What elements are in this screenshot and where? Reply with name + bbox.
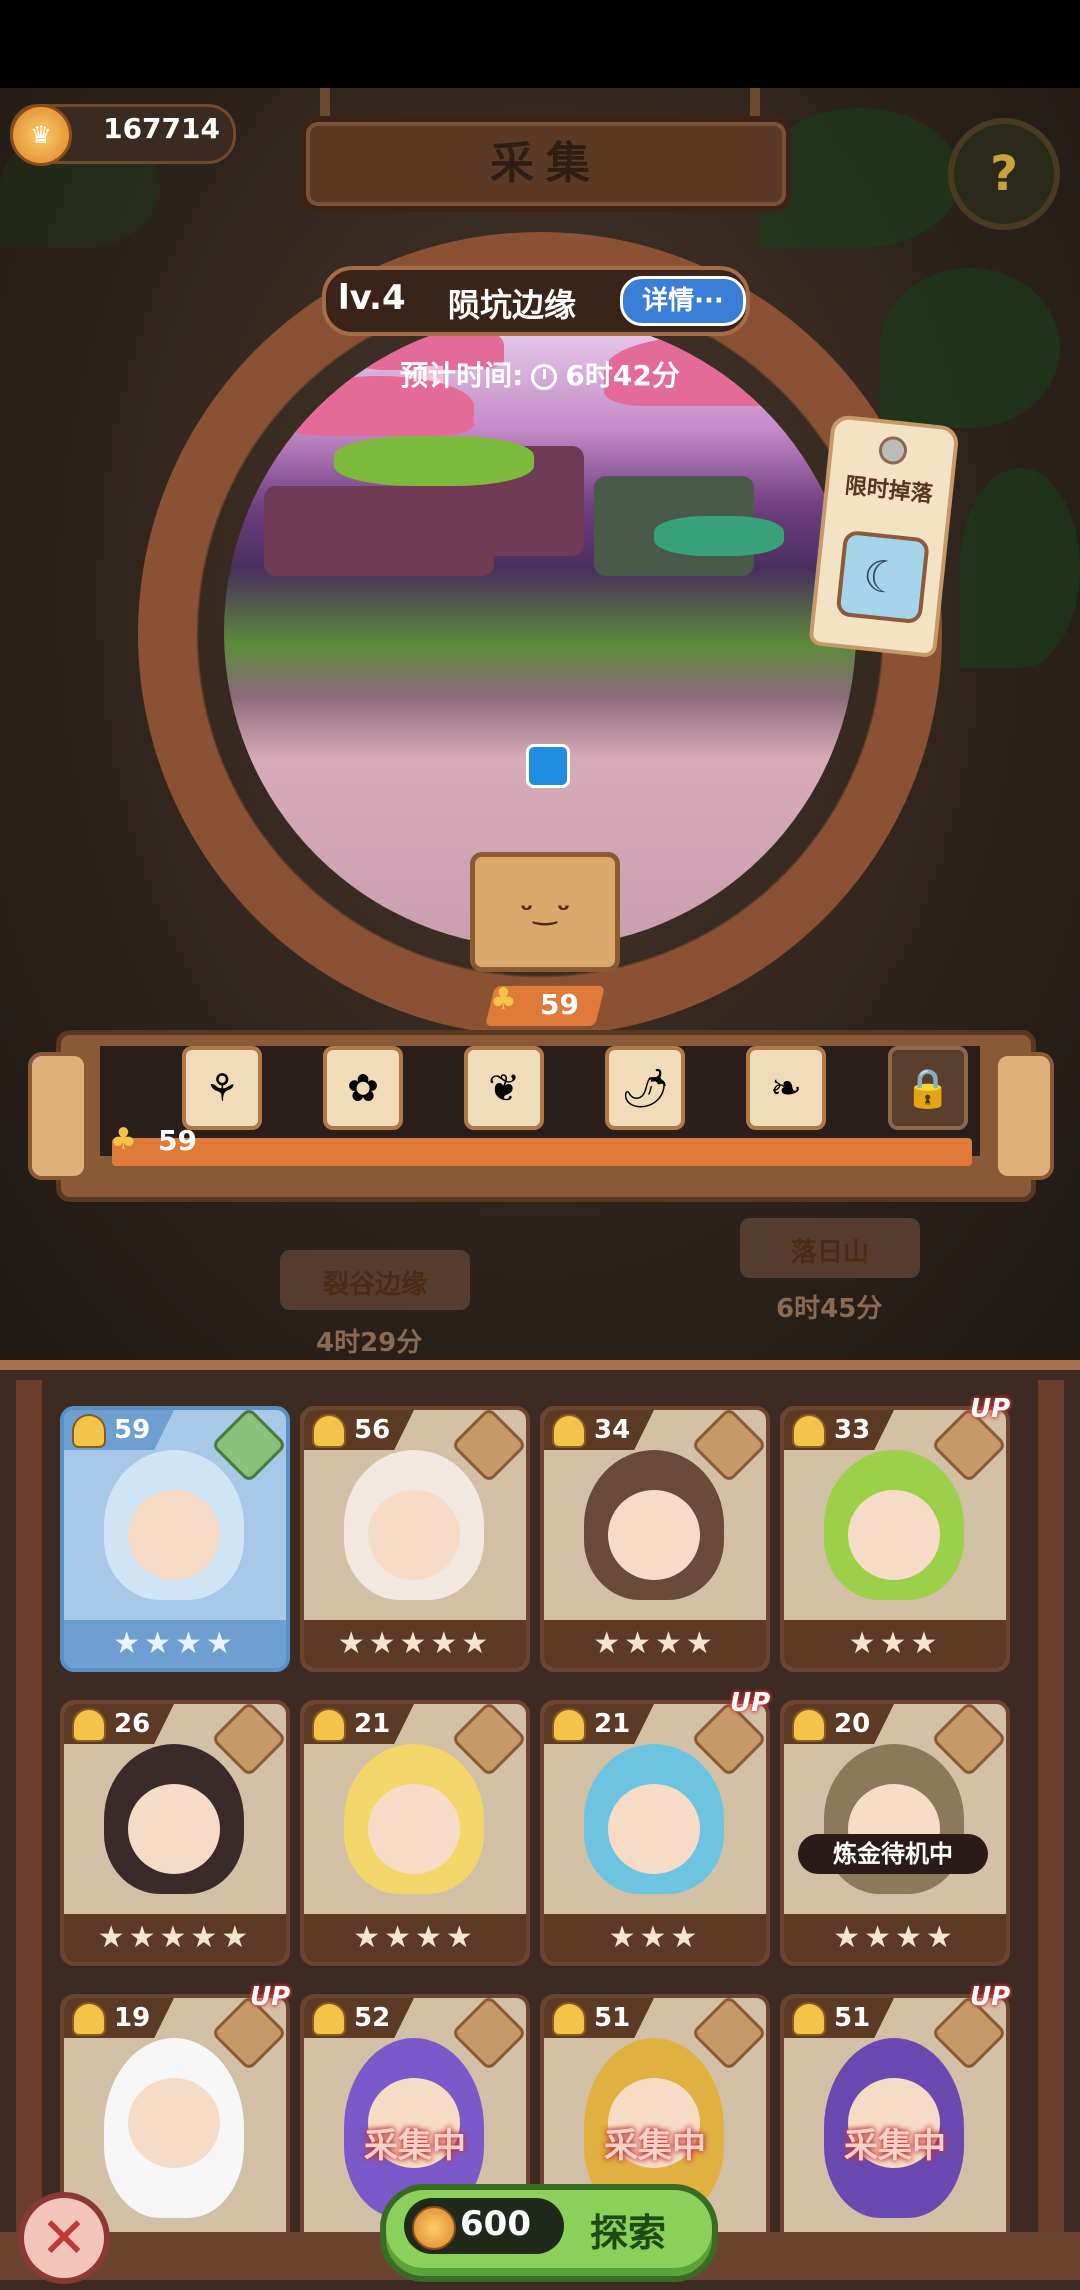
skill-icon[interactable] xyxy=(526,744,570,788)
detail-button[interactable]: 详情··· xyxy=(620,276,746,326)
pink-coral-icon[interactable]: ❦ xyxy=(464,1046,544,1130)
crown-coin-icon: ♛ xyxy=(10,104,72,166)
character-card[interactable]: 21 ★★★★ xyxy=(300,1700,530,1966)
mine-value: 59 xyxy=(540,988,579,1021)
yellow-flower-icon[interactable]: ✿ xyxy=(323,1046,403,1130)
purple-fern-icon[interactable]: ❧ xyxy=(746,1046,826,1130)
up-badge: UP xyxy=(730,1688,771,1718)
gathering-status: 采集中 xyxy=(604,2126,706,2166)
area-time: 6时45分 xyxy=(776,1294,883,1324)
character-face xyxy=(848,1490,940,1580)
mushroom-level-icon xyxy=(72,2002,106,2036)
estimate-label: 预计时间: xyxy=(400,359,524,392)
character-card[interactable]: 59 ★★★★ xyxy=(60,1406,290,1672)
progress-bar xyxy=(112,1138,972,1166)
character-card[interactable]: 21 ★★★ xyxy=(540,1700,770,1966)
mushroom-level-icon: ♣ xyxy=(110,1122,137,1157)
gathering-status: 采集中 xyxy=(364,2126,466,2166)
tag-hole xyxy=(877,435,909,466)
alchemy-waiting-status: 炼金待机中 xyxy=(798,1834,988,1874)
character-card[interactable]: 33 ★★★ xyxy=(780,1406,1010,1672)
star-rating: ★★★★ xyxy=(784,1914,1006,1962)
area-time: 4时29分 xyxy=(316,1328,423,1358)
page-title: 采集 xyxy=(490,138,602,189)
status-bar xyxy=(0,0,1080,88)
close-x-icon[interactable]: ✕ xyxy=(18,2192,110,2284)
box-character: ᵕ‿ᵕ xyxy=(470,852,620,972)
shelf-end-left xyxy=(28,1052,88,1180)
star-rating: ★★★★★ xyxy=(64,1914,286,1962)
character-face xyxy=(368,1784,460,1874)
explore-label: 探索 xyxy=(590,2211,667,2255)
mushroom-level-icon xyxy=(792,1414,826,1448)
star-rating: ★★★★★ xyxy=(304,1620,526,1668)
estimate-time: 预计时间: 6时42分 xyxy=(0,354,1080,394)
star-rating: ★★★★ xyxy=(64,1620,286,1668)
limited-drop-label: 限时掉落 xyxy=(843,473,934,508)
crescent-moon-icon[interactable]: ☾ xyxy=(835,529,930,625)
question-mark-icon[interactable]: ? xyxy=(948,118,1060,230)
up-badge: UP xyxy=(970,1982,1011,2012)
mushroom-level-icon xyxy=(312,1414,346,1448)
clock-icon xyxy=(531,364,558,390)
mushroom-level-icon xyxy=(312,1708,346,1742)
panel-pillar xyxy=(16,1380,42,2240)
white-lily-icon[interactable]: ⚘ xyxy=(182,1046,262,1130)
mushroom-level-icon xyxy=(312,2002,346,2036)
box-face: ᵕ‿ᵕ xyxy=(519,893,571,926)
mushroom-level-icon xyxy=(552,1414,586,1448)
character-face xyxy=(608,1490,700,1580)
character-face xyxy=(128,1784,220,1874)
mushroom-level-icon xyxy=(72,1414,106,1448)
up-badge: UP xyxy=(250,1982,291,2012)
locked-item-icon[interactable]: 🔒 xyxy=(888,1046,968,1130)
character-card[interactable]: 56 ★★★★★ xyxy=(300,1406,530,1672)
star-rating: ★★★ xyxy=(784,1620,1006,1668)
character-face xyxy=(128,2078,220,2168)
character-face xyxy=(608,1784,700,1874)
crown-coin-icon xyxy=(412,2206,456,2250)
star-rating: ★★★★ xyxy=(544,1620,766,1668)
area-name: 落日山 xyxy=(790,1238,869,1268)
mushroom-level-icon: ♣ xyxy=(490,982,517,1017)
star-rating: ★★★★ xyxy=(304,1914,526,1962)
mushroom-level-icon xyxy=(72,1708,106,1742)
mushroom-level-icon xyxy=(552,1708,586,1742)
title-plate: 采集 xyxy=(300,116,792,212)
character-face xyxy=(368,1490,460,1580)
zone-level: lv.4 xyxy=(338,278,406,318)
gathering-status: 采集中 xyxy=(844,2126,946,2166)
mushroom-level-icon xyxy=(792,2002,826,2036)
mushroom-level-icon xyxy=(552,2002,586,2036)
character-card[interactable]: 20 ★★★★ 炼金待机中 xyxy=(780,1700,1010,1966)
star-rating: ★★★ xyxy=(544,1914,766,1962)
red-pepper-icon[interactable]: 🌶 xyxy=(605,1046,685,1130)
character-face xyxy=(128,1490,220,1580)
mushroom-level-icon xyxy=(792,1708,826,1742)
progress-value: 59 xyxy=(158,1124,197,1157)
area-name: 裂谷边缘 xyxy=(322,1270,427,1300)
character-card[interactable]: 34 ★★★★ xyxy=(540,1406,770,1672)
up-badge: UP xyxy=(970,1394,1011,1424)
explore-cost: 600 xyxy=(460,2204,531,2244)
character-card[interactable]: 26 ★★★★★ xyxy=(60,1700,290,1966)
zone-name: 陨坑边缘 xyxy=(448,286,577,324)
estimate-value: 6时42分 xyxy=(565,359,680,392)
panel-pillar xyxy=(1038,1380,1064,2240)
currency-amount: 167714 xyxy=(103,112,220,145)
limited-drop-tag[interactable]: 限时掉落 ☾ xyxy=(808,413,960,659)
shelf-end-right xyxy=(994,1052,1054,1180)
character-card[interactable]: 51 采集中 xyxy=(780,1994,1010,2260)
